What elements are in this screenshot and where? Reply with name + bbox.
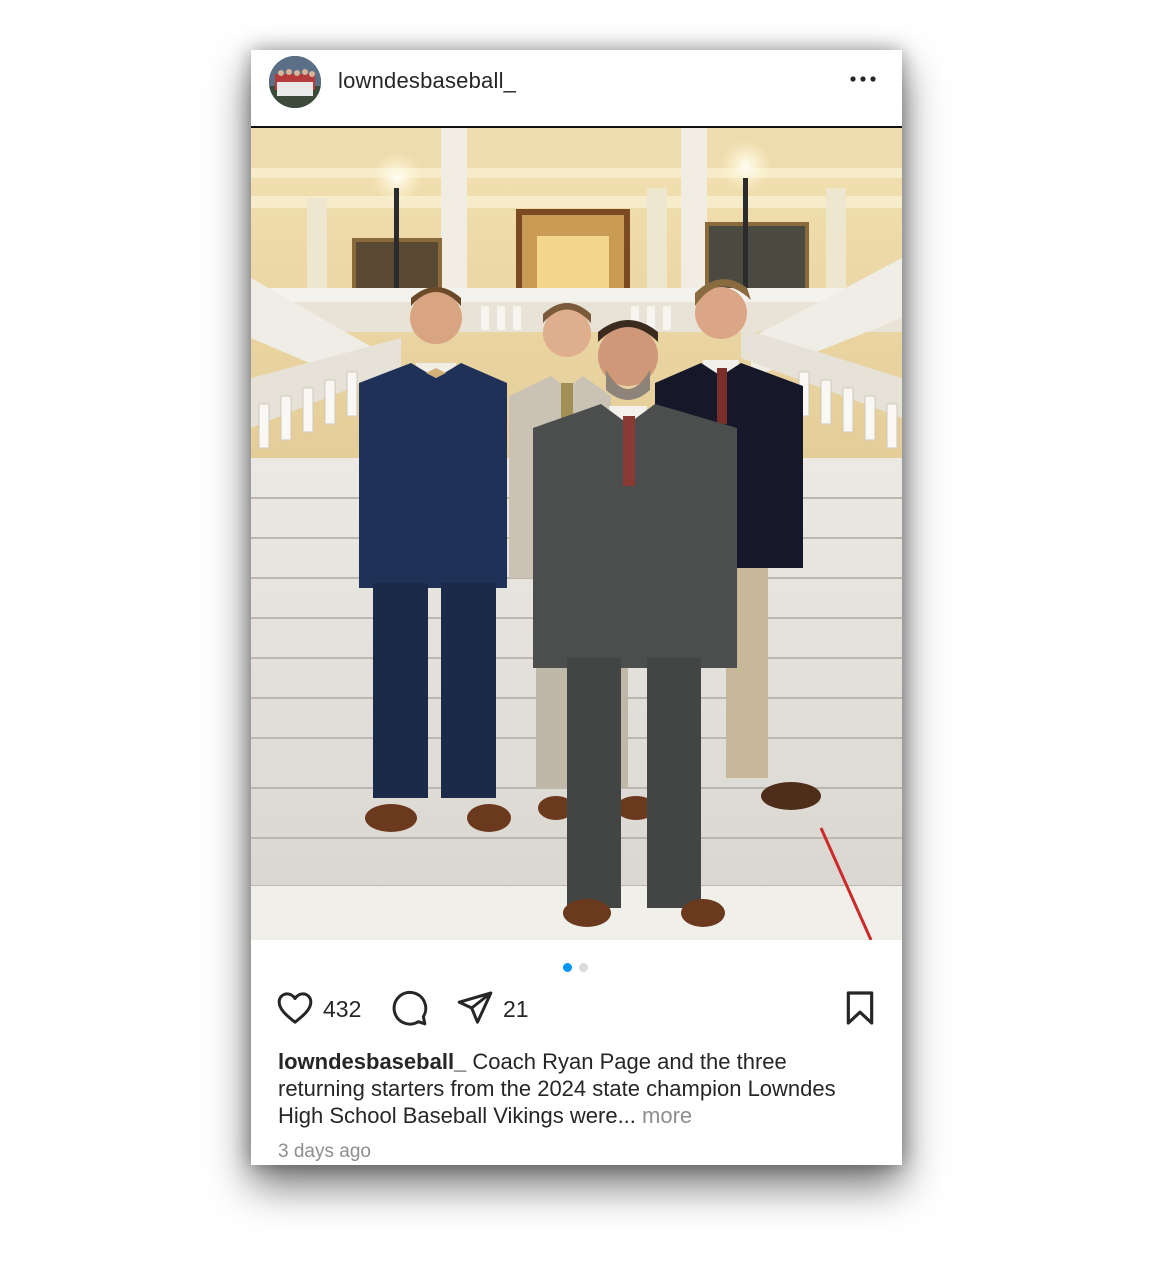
like-count[interactable]: 432 (323, 996, 361, 1023)
carousel-indicator (563, 959, 595, 972)
action-bar: 432 21 (275, 988, 880, 1032)
more-horizontal-icon[interactable] (849, 72, 879, 86)
post-header: lowndesbaseball_ (251, 50, 902, 126)
post-username[interactable]: lowndesbaseball_ (338, 68, 516, 94)
comment-icon[interactable] (389, 988, 429, 1028)
caption-ellipsis: ... (617, 1103, 643, 1128)
carousel-dot-active[interactable] (563, 963, 572, 972)
post-photo[interactable] (251, 126, 902, 940)
instagram-post-card: lowndesbaseball_ 432 21 lowndesbaseball_… (251, 50, 902, 1165)
profile-avatar[interactable] (269, 56, 321, 108)
heart-icon[interactable] (275, 988, 315, 1028)
share-count[interactable]: 21 (503, 996, 529, 1023)
bookmark-icon[interactable] (840, 988, 880, 1028)
paper-plane-icon[interactable] (455, 988, 495, 1028)
carousel-dot[interactable] (579, 963, 588, 972)
caption-username[interactable]: lowndesbaseball_ (278, 1049, 466, 1074)
caption-more-link[interactable]: more (642, 1103, 692, 1128)
post-timestamp: 3 days ago (278, 1141, 371, 1162)
post-caption: lowndesbaseball_ Coach Ryan Page and the… (278, 1048, 858, 1129)
